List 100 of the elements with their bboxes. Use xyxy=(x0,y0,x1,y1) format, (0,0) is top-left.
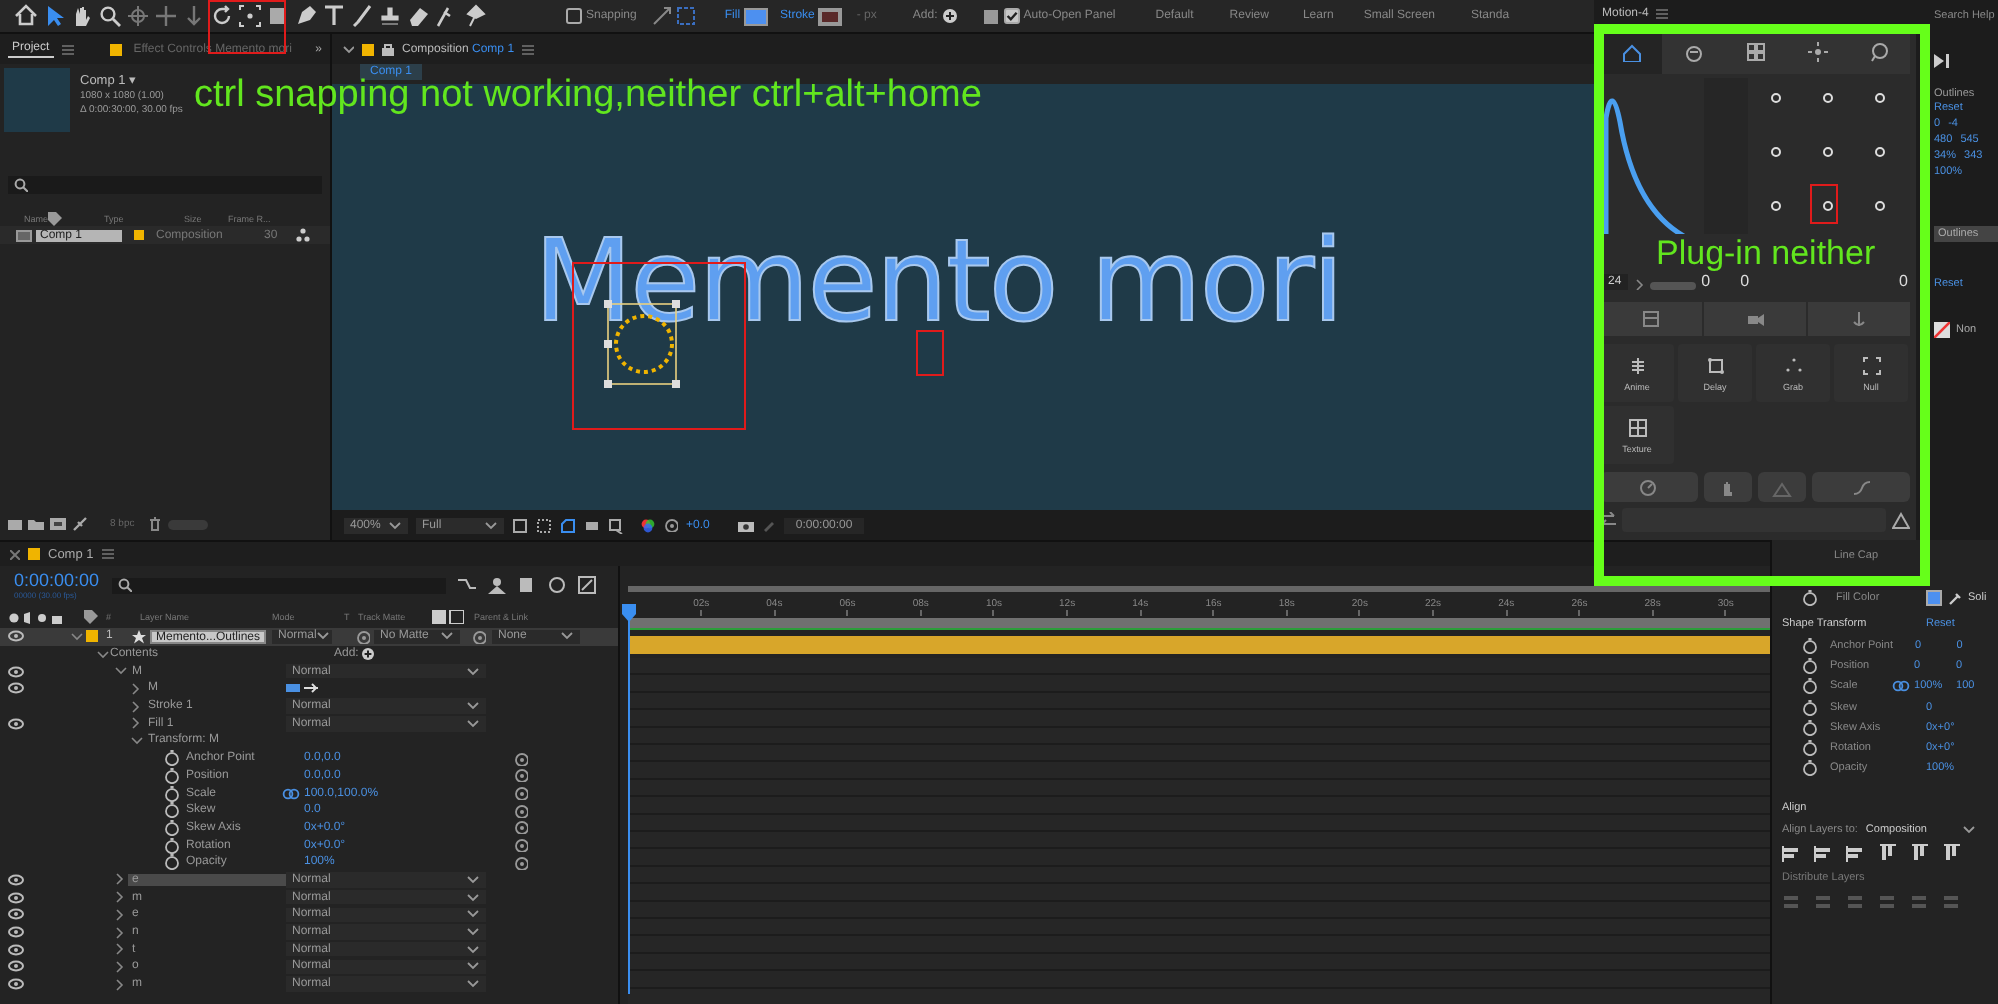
twirl-icon[interactable] xyxy=(114,664,128,679)
camera-icon[interactable] xyxy=(737,518,754,532)
pickwhip-icon[interactable] xyxy=(472,629,486,644)
twirl-icon[interactable] xyxy=(114,959,128,974)
hand-tool-icon[interactable] xyxy=(70,4,94,28)
move-tool-icon[interactable] xyxy=(154,4,178,28)
expression-icon[interactable] xyxy=(514,803,528,818)
twirl-icon[interactable] xyxy=(114,925,128,940)
search-icon[interactable] xyxy=(98,4,122,28)
rocket-icon[interactable] xyxy=(72,516,88,532)
twirl-icon[interactable] xyxy=(114,890,128,905)
link-icon[interactable] xyxy=(1892,678,1911,695)
stopwatch-icon[interactable] xyxy=(1802,658,1818,675)
selection-tool-icon[interactable] xyxy=(42,4,66,28)
folder-icon[interactable] xyxy=(28,516,44,532)
close-icon[interactable] xyxy=(10,549,20,559)
exposure-icon[interactable] xyxy=(664,518,678,532)
type-tool-icon[interactable] xyxy=(322,4,346,28)
no-fill-swatch[interactable] xyxy=(1934,322,1950,338)
rotate-tool-icon[interactable] xyxy=(210,4,234,28)
stopwatch-icon[interactable] xyxy=(1802,740,1818,757)
visibility-icon[interactable] xyxy=(8,943,24,956)
twirl-icon[interactable] xyxy=(114,872,128,887)
stopwatch-icon[interactable] xyxy=(1802,699,1818,716)
align-center-icon[interactable] xyxy=(1814,844,1832,863)
orbit-tool-icon[interactable] xyxy=(126,4,150,28)
stopwatch-icon[interactable] xyxy=(164,767,180,784)
swap-icon[interactable] xyxy=(1600,512,1616,528)
fill-swatch[interactable] xyxy=(744,7,769,25)
stopwatch-icon[interactable] xyxy=(1802,678,1818,695)
pin-tool-icon[interactable] xyxy=(462,4,486,28)
transparency-icon[interactable] xyxy=(584,517,600,533)
stamp-tool-icon[interactable] xyxy=(378,4,402,28)
snap-options-icon[interactable] xyxy=(676,6,697,26)
stopwatch-icon[interactable] xyxy=(164,750,180,767)
add-icon[interactable] xyxy=(941,8,958,24)
stopwatch-icon[interactable] xyxy=(164,802,180,819)
twirl-icon[interactable] xyxy=(114,907,128,922)
stopwatch-icon[interactable] xyxy=(1802,638,1818,655)
visibility-icon[interactable] xyxy=(8,978,24,991)
fill-swatch[interactable] xyxy=(1926,590,1942,606)
checkbox[interactable] xyxy=(1003,8,1020,24)
align-middle-icon[interactable] xyxy=(1910,844,1928,863)
stopwatch-icon[interactable] xyxy=(164,854,180,871)
twirl-icon[interactable] xyxy=(114,942,128,957)
caret-icon[interactable] xyxy=(342,43,354,55)
timecode[interactable]: 0:00:00:00 xyxy=(14,570,100,590)
twirl-icon[interactable] xyxy=(130,699,144,714)
visibility-icon[interactable] xyxy=(8,630,24,643)
menu-icon[interactable] xyxy=(61,43,74,55)
new-comp-icon[interactable] xyxy=(50,516,66,532)
link-icon[interactable] xyxy=(282,785,300,802)
pen-tool-icon[interactable] xyxy=(294,4,318,28)
slider-track[interactable] xyxy=(1649,282,1696,290)
checkbox[interactable] xyxy=(566,8,582,24)
visibility-icon[interactable] xyxy=(8,891,24,904)
stopwatch-icon[interactable] xyxy=(164,837,180,854)
visibility-icon[interactable] xyxy=(8,926,24,939)
twirl-icon[interactable] xyxy=(70,629,84,644)
warning-icon[interactable] xyxy=(1892,511,1910,529)
home-icon[interactable] xyxy=(14,4,38,28)
path-icon[interactable] xyxy=(286,682,318,695)
stopwatch-icon[interactable] xyxy=(164,785,180,802)
align-left-icon[interactable] xyxy=(1782,844,1800,863)
flowchart-icon[interactable] xyxy=(296,228,310,242)
expression-icon[interactable] xyxy=(514,855,528,870)
spiral-icon[interactable] xyxy=(356,629,370,644)
search-field[interactable] xyxy=(8,176,322,194)
view-icon[interactable] xyxy=(608,517,624,533)
stopwatch-icon[interactable] xyxy=(1802,760,1818,777)
search-field[interactable] xyxy=(111,577,446,593)
visibility-icon[interactable] xyxy=(8,960,24,973)
color-picker-icon[interactable] xyxy=(761,518,776,532)
mask-icon[interactable] xyxy=(536,517,552,533)
play-icon[interactable] xyxy=(1934,54,1950,68)
snap-icon[interactable] xyxy=(652,6,673,26)
add-icon[interactable] xyxy=(362,648,375,661)
motion-blur-icon[interactable] xyxy=(547,576,566,594)
shy-icon[interactable] xyxy=(487,576,506,594)
caret-icon[interactable] xyxy=(1633,278,1644,290)
align-top-icon[interactable] xyxy=(1878,844,1896,863)
expression-icon[interactable] xyxy=(514,751,528,766)
import-icon[interactable] xyxy=(6,516,22,532)
color-channels-icon[interactable] xyxy=(640,517,656,533)
twirl-icon[interactable] xyxy=(130,681,144,696)
grid-icon[interactable] xyxy=(512,517,528,533)
eraser-tool-icon[interactable] xyxy=(406,4,430,28)
stopwatch-icon[interactable] xyxy=(164,819,180,836)
menu-icon[interactable] xyxy=(1656,7,1669,19)
graph-editor-icon[interactable] xyxy=(457,576,476,594)
visibility-icon[interactable] xyxy=(8,682,24,695)
expression-icon[interactable] xyxy=(514,820,528,835)
stopwatch-icon[interactable] xyxy=(1802,590,1818,606)
toolbar-button[interactable] xyxy=(1600,472,1698,502)
down-arrow-icon[interactable] xyxy=(182,4,206,28)
expression-icon[interactable] xyxy=(514,768,528,783)
twirl-icon[interactable] xyxy=(130,733,144,748)
graph-icon[interactable] xyxy=(577,576,596,594)
visibility-icon[interactable] xyxy=(8,908,24,921)
eyedropper-icon[interactable] xyxy=(1948,591,1962,605)
